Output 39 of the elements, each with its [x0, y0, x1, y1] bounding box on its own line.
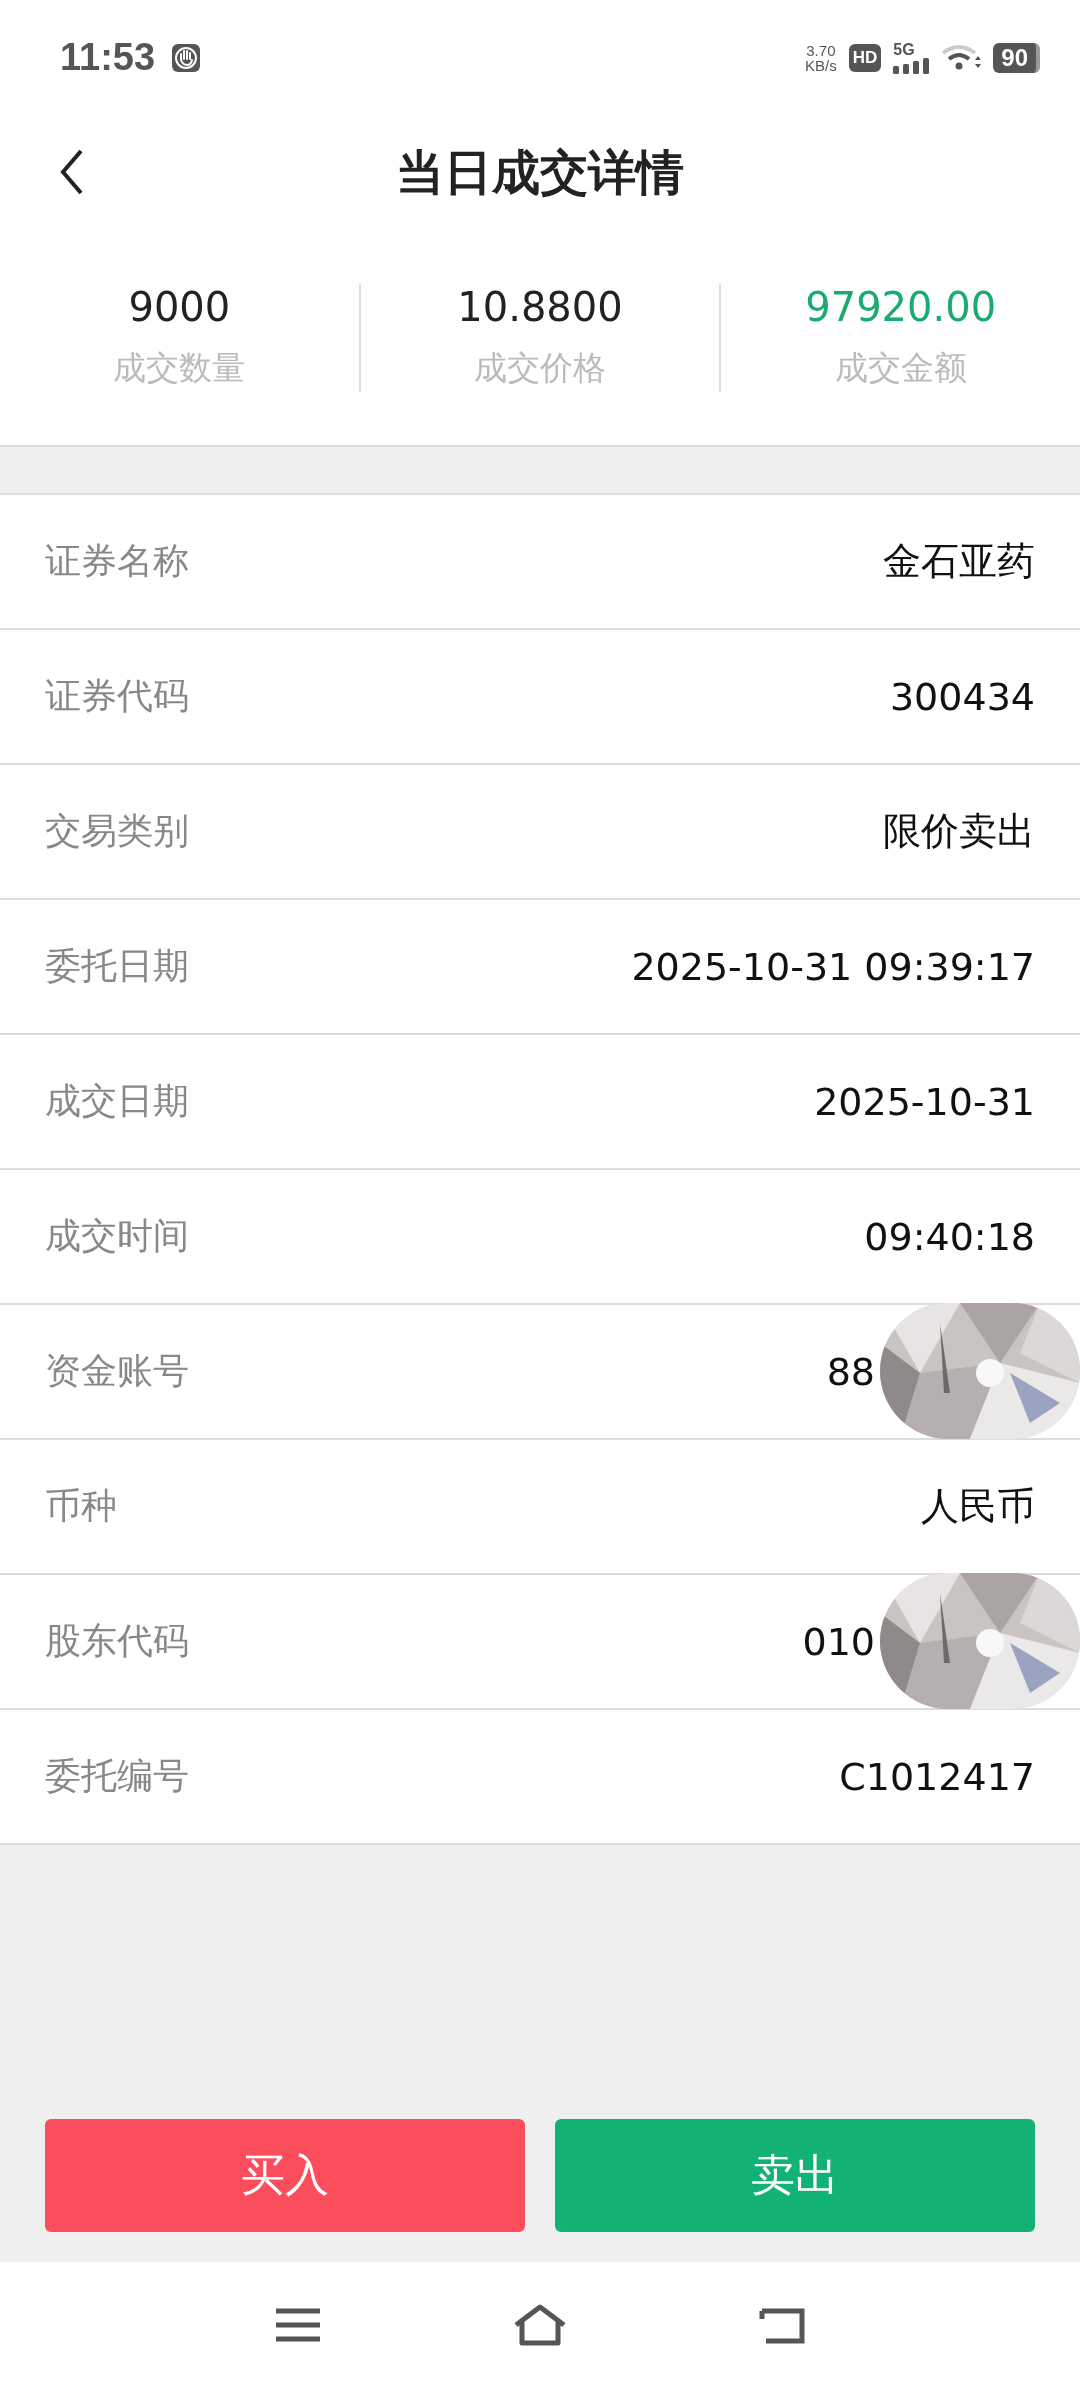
detail-value: C1012417: [839, 1754, 1035, 1799]
detail-label: 币种: [45, 1484, 117, 1528]
page-title: 当日成交详情: [396, 142, 684, 202]
detail-value: 人民币: [921, 1483, 1035, 1530]
detail-label: 证券代码: [45, 674, 189, 718]
detail-label: 委托编号: [45, 1754, 189, 1798]
signal-icon: [893, 57, 930, 74]
trade-button[interactable]: 卖出: [555, 2119, 1035, 2232]
detail-label: 委托日期: [45, 944, 189, 988]
status-time: 11:53: [60, 36, 156, 79]
summary-value: 10.8800: [457, 284, 623, 330]
detail-value: 金石亚药: [883, 538, 1035, 585]
detail-value: 2025-10-31 09:39:17: [631, 944, 1035, 989]
summary-label: 成交数量: [113, 347, 246, 389]
detail-label: 交易类别: [45, 809, 189, 853]
hand-icon: [171, 42, 202, 73]
trade-button[interactable]: 买入: [45, 2119, 525, 2232]
network-type: 5G: [893, 41, 915, 58]
detail-label: 成交时间: [45, 1214, 189, 1258]
detail-value: 限价卖出: [883, 808, 1035, 855]
summary-value: 9000: [128, 284, 231, 330]
summary-label: 成交金额: [834, 347, 967, 389]
battery-icon: 90: [993, 42, 1040, 73]
detail-label: 股东代码: [45, 1619, 189, 1663]
back-icon[interactable]: [60, 148, 84, 196]
home-icon[interactable]: [512, 2303, 568, 2347]
detail-value: 300434: [889, 674, 1035, 719]
net-speed-unit: KB/s: [805, 57, 837, 73]
detail-value: 09:40:18: [864, 1214, 1035, 1259]
detail-label: 证券名称: [45, 539, 189, 583]
detail-label: 资金账号: [45, 1349, 189, 1393]
net-speed: 3.70: [806, 42, 836, 58]
detail-label: 成交日期: [45, 1079, 189, 1123]
summary-label: 成交价格: [474, 347, 606, 389]
detail-value: 88: [826, 1349, 875, 1394]
summary-value: 97920.00: [805, 284, 997, 330]
detail-value: 2025-10-31: [814, 1079, 1035, 1124]
detail-value: 010: [802, 1619, 875, 1664]
hd-badge: HD: [848, 43, 882, 72]
